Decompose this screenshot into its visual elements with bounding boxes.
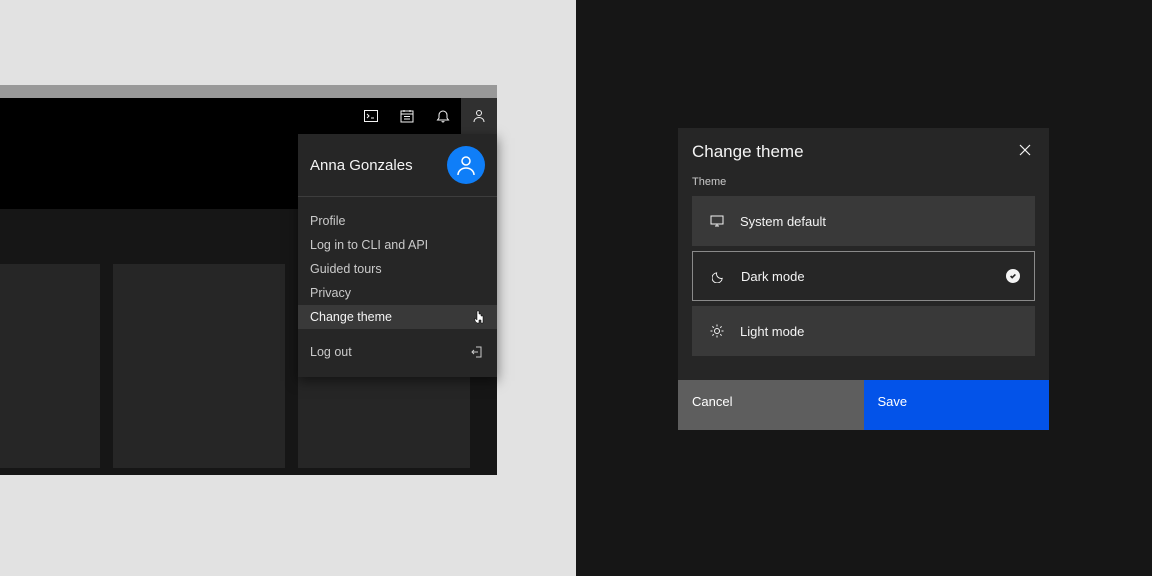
modal-title: Change theme	[692, 142, 804, 162]
theme-section-label: Theme	[692, 176, 1035, 188]
theme-label: Dark mode	[741, 269, 805, 284]
theme-option-dark[interactable]: Dark mode	[692, 251, 1035, 301]
moon-icon	[711, 269, 725, 283]
menu-items: Profile Log in to CLI and API Guided tou…	[298, 197, 497, 377]
theme-option-light[interactable]: Light mode	[692, 306, 1035, 356]
change-theme-modal: Change theme Theme System default	[678, 128, 1049, 430]
menu-item-profile[interactable]: Profile	[298, 209, 497, 233]
modal-footer: Cancel Save	[678, 380, 1049, 430]
close-button[interactable]	[1015, 140, 1035, 160]
menu-item-label: Log out	[310, 345, 352, 359]
profile-name: Anna Gonzales	[310, 157, 413, 174]
modal-header: Change theme	[678, 128, 1049, 168]
modal-body: Theme System default Dark mod	[678, 168, 1049, 380]
menu-item-label: Change theme	[310, 310, 392, 324]
menu-item-change-theme[interactable]: Change theme	[298, 305, 497, 329]
menu-item-guided-tours[interactable]: Guided tours	[298, 257, 497, 281]
menu-item-privacy[interactable]: Privacy	[298, 281, 497, 305]
save-button[interactable]: Save	[864, 380, 1050, 430]
sun-icon	[710, 324, 724, 338]
check-icon	[1006, 269, 1020, 283]
cursor-pointer-icon	[473, 310, 485, 324]
notification-icon-button[interactable]	[425, 98, 461, 134]
user-icon-button[interactable]	[461, 98, 497, 134]
avatar	[447, 146, 485, 184]
profile-menu: Anna Gonzales Profile Log in to CLI and …	[298, 134, 497, 377]
theme-label: System default	[740, 214, 826, 229]
theme-label: Light mode	[740, 324, 804, 339]
logout-icon	[471, 345, 485, 359]
calendar-icon-button[interactable]	[389, 98, 425, 134]
menu-item-login-cli[interactable]: Log in to CLI and API	[298, 233, 497, 257]
cancel-button[interactable]: Cancel	[678, 380, 864, 430]
profile-header: Anna Gonzales	[298, 134, 497, 197]
right-preview-pane: Change theme Theme System default	[576, 0, 1152, 576]
header-bar	[0, 98, 497, 134]
terminal-icon-button[interactable]	[353, 98, 389, 134]
theme-option-system[interactable]: System default	[692, 196, 1035, 246]
card-placeholder	[0, 264, 100, 468]
card-placeholder	[113, 264, 285, 468]
window-title-bar	[0, 85, 497, 98]
left-preview-pane: Anna Gonzales Profile Log in to CLI and …	[0, 0, 576, 576]
menu-item-logout[interactable]: Log out	[298, 335, 497, 373]
system-icon	[710, 214, 724, 228]
